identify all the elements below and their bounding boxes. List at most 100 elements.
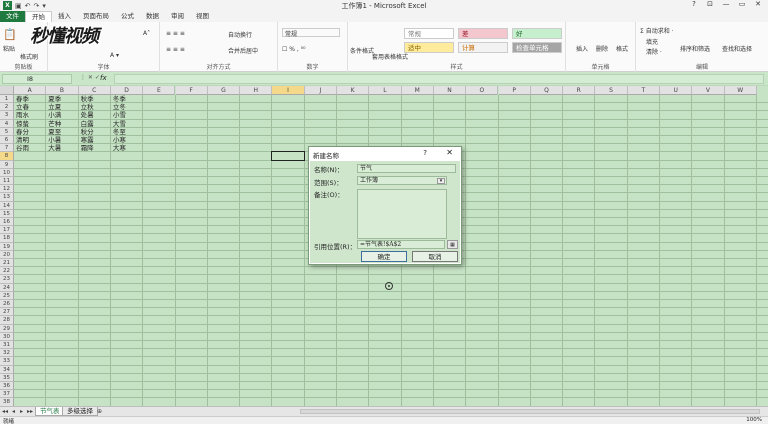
row-header[interactable]: 21 — [0, 259, 14, 267]
column-header[interactable]: J — [305, 86, 337, 95]
table-cell[interactable]: 秋分 — [79, 128, 111, 136]
column-header[interactable]: M — [402, 86, 434, 95]
table-cell[interactable]: 冬季 — [111, 95, 143, 103]
currency-icon[interactable]: ☐ % , ⁰⁰ — [282, 46, 306, 53]
horizontal-scrollbar[interactable] — [300, 409, 760, 414]
row-header[interactable]: 37 — [0, 390, 14, 398]
find-select-button[interactable]: 查找和选择 — [722, 44, 752, 53]
chevron-down-icon[interactable]: ▾ — [437, 178, 445, 184]
row-header[interactable]: 7 — [0, 144, 14, 152]
style-check-cell[interactable]: 检查单元格 — [512, 42, 562, 53]
wrap-text-button[interactable]: 自动换行 — [228, 30, 252, 39]
row-header[interactable]: 14 — [0, 202, 14, 210]
prev-sheet-icon[interactable]: ◂ — [12, 408, 15, 415]
row-header[interactable]: 36 — [0, 382, 14, 390]
style-calculation[interactable]: 计算 — [458, 42, 508, 53]
column-header[interactable]: U — [660, 86, 692, 95]
collapse-dialog-icon[interactable]: ▦ — [447, 240, 458, 249]
fill-button[interactable]: 填充 — [646, 37, 658, 46]
sort-filter-button[interactable]: 排序和筛选 — [680, 44, 710, 53]
left-align-icon[interactable]: ≡ ≡ ≡ — [166, 46, 185, 53]
row-header[interactable]: 11 — [0, 177, 14, 185]
tab-file[interactable]: 文件 — [0, 11, 25, 22]
row-header[interactable]: 19 — [0, 243, 14, 251]
conditional-format-button[interactable]: 条件格式 — [350, 46, 374, 55]
clear-button[interactable]: 清除 · — [646, 47, 662, 56]
row-header[interactable]: 22 — [0, 267, 14, 275]
table-format-button[interactable]: 套用表格格式 — [372, 52, 408, 61]
row-header[interactable]: 17 — [0, 226, 14, 234]
save-icon[interactable]: ▣ — [15, 2, 22, 10]
cancel-button[interactable]: 取消 — [412, 251, 458, 262]
column-header[interactable]: P — [499, 86, 531, 95]
column-header[interactable]: W — [725, 86, 757, 95]
row-header[interactable]: 16 — [0, 218, 14, 226]
row-header[interactable]: 3 — [0, 111, 14, 119]
column-header[interactable]: F — [176, 86, 208, 95]
column-header[interactable]: V — [692, 86, 724, 95]
row-header[interactable]: 8 — [0, 152, 14, 160]
tab-data[interactable]: 数据 — [140, 11, 165, 22]
undo-icon[interactable]: ↶ — [25, 2, 31, 10]
table-cell[interactable]: 小暑 — [46, 136, 78, 144]
table-cell[interactable]: 大雪 — [111, 120, 143, 128]
format-button[interactable]: 格式 — [616, 44, 628, 53]
tab-insert[interactable]: 插入 — [52, 11, 77, 22]
row-header[interactable]: 29 — [0, 325, 14, 333]
autosum-button[interactable]: Σ 自动求和 · — [640, 26, 674, 35]
table-cell[interactable]: 立夏 — [46, 103, 78, 111]
maximize-button[interactable]: ▭ — [734, 0, 750, 8]
next-sheet-icon[interactable]: ▸ — [20, 408, 23, 415]
column-header[interactable]: I — [272, 86, 304, 95]
row-header[interactable]: 6 — [0, 136, 14, 144]
tab-home[interactable]: 开始 — [25, 11, 52, 22]
scope-select[interactable]: 工作簿 ▾ — [357, 176, 447, 185]
tab-formulas[interactable]: 公式 — [115, 11, 140, 22]
font-color-icon[interactable]: A ▾ — [110, 52, 119, 59]
ok-button[interactable]: 确定 — [361, 251, 407, 262]
row-header[interactable]: 34 — [0, 366, 14, 374]
paste-icon[interactable]: 📋 — [3, 28, 17, 41]
table-cell[interactable]: 寒露 — [79, 136, 111, 144]
table-cell[interactable]: 雨水 — [14, 111, 46, 119]
merge-center-button[interactable]: 合并后居中 — [228, 46, 258, 55]
column-header[interactable]: N — [434, 86, 466, 95]
row-header[interactable]: 26 — [0, 300, 14, 308]
table-cell[interactable]: 大暑 — [46, 144, 78, 152]
style-neutral[interactable]: 适中 — [404, 42, 454, 53]
row-header[interactable]: 13 — [0, 193, 14, 201]
column-header[interactable]: Q — [531, 86, 563, 95]
comment-textarea[interactable] — [357, 189, 447, 239]
sheet-tab-solar-terms[interactable]: 节气表 — [35, 407, 65, 416]
table-cell[interactable]: 立冬 — [111, 103, 143, 111]
first-sheet-icon[interactable]: ◂◂ — [2, 408, 8, 415]
table-cell[interactable]: 春分 — [14, 128, 46, 136]
column-header[interactable]: A — [14, 86, 46, 95]
row-header[interactable]: 24 — [0, 284, 14, 292]
dialog-close-icon[interactable]: ✕ — [446, 148, 453, 157]
row-header[interactable]: 9 — [0, 161, 14, 169]
paste-button[interactable]: 粘贴 — [3, 44, 15, 53]
row-header[interactable]: 4 — [0, 120, 14, 128]
table-cell[interactable]: 小满 — [46, 111, 78, 119]
table-cell[interactable]: 小雪 — [111, 111, 143, 119]
tab-view[interactable]: 视图 — [190, 11, 215, 22]
row-header[interactable]: 23 — [0, 275, 14, 283]
table-cell[interactable]: 夏季 — [46, 95, 78, 103]
column-header[interactable]: O — [466, 86, 498, 95]
select-all-corner[interactable] — [0, 86, 14, 95]
grow-font-icon[interactable]: A˄ — [143, 30, 150, 37]
column-header[interactable]: G — [208, 86, 240, 95]
column-header[interactable]: R — [563, 86, 595, 95]
column-header[interactable]: E — [143, 86, 175, 95]
row-header[interactable]: 1 — [0, 95, 14, 103]
row-header[interactable]: 27 — [0, 308, 14, 316]
column-header[interactable]: H — [240, 86, 272, 95]
table-cell[interactable]: 小寒 — [111, 136, 143, 144]
table-cell[interactable]: 冬至 — [111, 128, 143, 136]
name-field[interactable]: 节气 — [357, 164, 456, 173]
format-painter-button[interactable]: 格式刷 — [20, 52, 38, 61]
sheet-tab-multilevel[interactable]: 多级选择 — [62, 407, 98, 416]
delete-button[interactable]: 删除 — [596, 44, 608, 53]
table-cell[interactable]: 白露 — [79, 120, 111, 128]
